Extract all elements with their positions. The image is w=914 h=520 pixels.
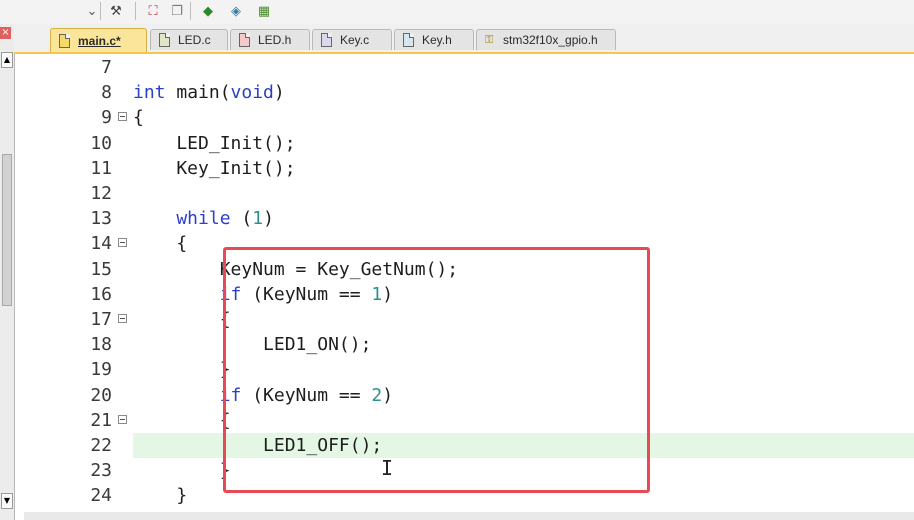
code-token: { (133, 233, 188, 255)
toolbar-separator (135, 2, 136, 20)
line-number: 24 (90, 485, 112, 507)
line-number: 21 (90, 409, 112, 431)
line-number: 9 (101, 107, 112, 129)
line-number: 12 (90, 183, 112, 204)
scroll-up-arrow-icon[interactable]: ▲ (1, 52, 13, 68)
code-text: Key_Init(); (133, 156, 914, 181)
code-token: Key_Init(); (133, 157, 296, 179)
keyword-token: int (133, 82, 166, 104)
line-number: 22 (90, 435, 112, 456)
line-number: 8 (101, 82, 112, 104)
file-icon (321, 33, 332, 47)
editor-tab-bar: main.c* LED.c LED.h Key.c Key.h ⚿ stm32f10x_gp… (14, 24, 914, 54)
code-token: { (133, 309, 231, 330)
code-token: ) (273, 82, 285, 104)
line-number: 15 (90, 258, 112, 280)
code-line[interactable]: 8 int main(void) (24, 80, 914, 105)
select-device-icon[interactable]: ◈ (226, 1, 246, 21)
text-cursor-icon: I (381, 456, 394, 480)
tab-stm32f10x-gpio-h[interactable]: ⚿ stm32f10x_gpio.h (476, 29, 616, 50)
horizontal-scrollbar[interactable] (24, 512, 914, 520)
code-token: ( (230, 208, 253, 230)
tab-label: main.c* (78, 33, 121, 48)
line-number: 13 (90, 208, 112, 230)
key-icon: ⚿ (485, 33, 494, 46)
code-line[interactable]: 12 (24, 181, 914, 206)
wand-icon[interactable]: ⚒ (106, 1, 126, 21)
fold-toggle-icon[interactable] (118, 314, 127, 323)
pack-installer-icon[interactable]: ⛶ (143, 1, 163, 21)
line-number: 11 (90, 157, 112, 179)
code-token: { (133, 107, 144, 129)
target-options-icon[interactable]: ◆ (198, 1, 218, 21)
line-number: 16 (90, 283, 112, 305)
toolbar: ⌄ ⚒ ⛶ ❐ ◆ ◈ ▦ (0, 0, 914, 25)
file-icon (403, 33, 414, 47)
tab-label: Key.h (422, 33, 452, 47)
code-token: ) (263, 208, 274, 230)
code-line[interactable]: 11 Key_Init(); (24, 156, 914, 181)
line-number: 17 (90, 309, 112, 330)
tab-main-c[interactable]: main.c* (50, 28, 147, 52)
code-token: LED_Init(); (133, 132, 296, 154)
fold-toggle-icon[interactable] (118, 414, 127, 424)
project-panel-strip: × ▲ ▼ (0, 24, 15, 520)
code-token: } (133, 485, 188, 507)
line-number: 14 (90, 233, 112, 255)
keyword-token: while (133, 208, 231, 230)
code-text: { (133, 105, 914, 130)
code-line[interactable]: 10 LED_Init(); (24, 131, 914, 156)
code-line[interactable]: 9{ (24, 105, 914, 130)
tab-key-h[interactable]: Key.h (394, 29, 474, 50)
file-icon (159, 33, 170, 47)
scroll-down-arrow-icon[interactable]: ▼ (1, 493, 13, 509)
code-token: } (133, 460, 231, 482)
code-line[interactable]: 13 while (1) (24, 206, 914, 231)
line-number: 7 (101, 57, 112, 78)
tab-led-h[interactable]: LED.h (230, 29, 310, 50)
code-token: } (133, 359, 231, 381)
tab-label: stm32f10x_gpio.h (503, 33, 598, 47)
close-icon[interactable]: × (0, 27, 11, 39)
file-icon (59, 33, 70, 48)
code-token: main( (165, 82, 231, 104)
code-line[interactable]: 7 (24, 55, 914, 80)
code-text: while (1) (133, 206, 914, 231)
line-number: 19 (90, 359, 112, 381)
code-editor[interactable]: 7 8 int main(void) 9{10 LED_Init(); 11 Key_I… (24, 54, 914, 520)
toolbar-separator (100, 2, 101, 20)
code-token: { (133, 409, 231, 431)
tab-label: LED.h (258, 33, 292, 47)
number-token: 1 (252, 208, 264, 230)
fold-toggle-icon[interactable] (118, 238, 127, 248)
tab-led-c[interactable]: LED.c (150, 29, 228, 50)
line-number: 18 (90, 334, 112, 356)
dropdown-arrow-icon[interactable]: ⌄ (82, 1, 102, 21)
toolbar-separator (190, 2, 191, 20)
tab-label: Key.c (340, 33, 370, 47)
highlight-annotation-box (223, 247, 650, 493)
tab-label: LED.c (178, 33, 211, 47)
window-stack-icon[interactable]: ❐ (167, 1, 187, 21)
file-icon (239, 33, 250, 47)
line-number: 23 (90, 460, 112, 482)
scrollbar-thumb[interactable] (2, 154, 12, 306)
keyword-token: void (230, 82, 274, 104)
fold-toggle-icon[interactable] (118, 112, 127, 122)
line-number: 10 (90, 132, 112, 154)
code-text: LED_Init(); (133, 131, 914, 156)
tab-key-c[interactable]: Key.c (312, 29, 392, 50)
line-number: 20 (90, 384, 112, 406)
manage-components-icon[interactable]: ▦ (254, 1, 274, 21)
code-text: int main(void) (133, 80, 914, 105)
